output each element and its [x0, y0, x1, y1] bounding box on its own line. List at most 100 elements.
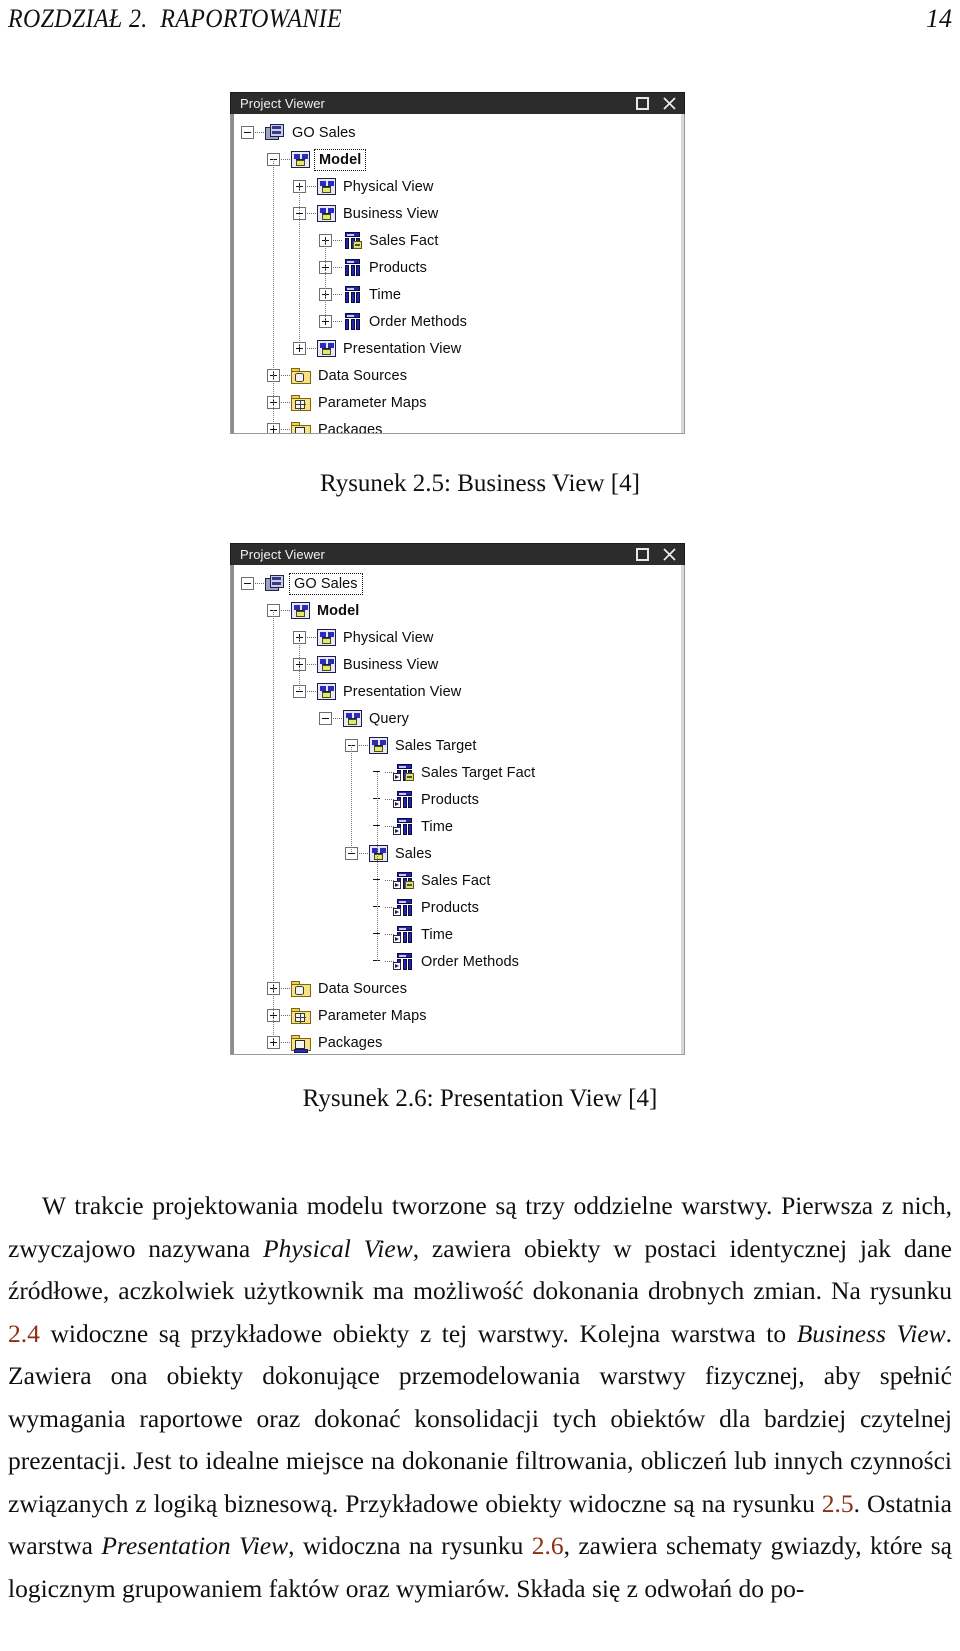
- view-icon: [317, 656, 336, 673]
- tree-row[interactable]: Packages: [231, 416, 684, 434]
- folder-package-icon: [291, 1034, 311, 1053]
- view-icon: [291, 602, 310, 619]
- figure-business-view: Project Viewer GO Sales Model Physical Vie…: [230, 92, 685, 434]
- term-business-view: Business View: [796, 1318, 946, 1348]
- tree-guide-line: [273, 610, 274, 1042]
- tree-row[interactable]: Packages: [231, 1029, 684, 1054]
- close-icon[interactable]: [663, 548, 676, 561]
- collapse-icon[interactable]: [241, 126, 254, 139]
- tree-row[interactable]: Sales: [231, 840, 684, 867]
- tree-row[interactable]: Data Sources: [231, 362, 684, 389]
- folder-package-icon: [291, 421, 311, 433]
- figure1-window-title: Project Viewer: [240, 96, 325, 111]
- view-icon: [317, 178, 336, 195]
- view-icon: [317, 205, 336, 222]
- view-icon: [317, 340, 336, 357]
- tree-row-label: Order Methods: [421, 953, 520, 970]
- table-shortcut-icon: [393, 818, 414, 835]
- table-icon: [343, 286, 362, 303]
- table-icon: [343, 313, 362, 330]
- tree-row[interactable]: Data Sources: [231, 975, 684, 1002]
- tree-row-label: Time: [421, 926, 454, 943]
- tree-connector: [307, 637, 316, 638]
- table-shortcut-fact-icon: [393, 872, 414, 889]
- tree-row-label: Business View: [343, 205, 439, 222]
- tree-row-label: Products: [421, 791, 480, 808]
- tree-row-label: Query: [369, 710, 409, 727]
- table-shortcut-icon: [393, 899, 414, 916]
- folder-db-icon: [291, 980, 311, 997]
- tree-row[interactable]: Query: [231, 705, 684, 732]
- tree-row[interactable]: Order Methods: [231, 948, 684, 975]
- tree-row-label: Sales: [395, 845, 432, 862]
- view-icon: [369, 845, 388, 862]
- tree-row-label: Order Methods: [369, 313, 468, 330]
- tree-connector: [255, 583, 264, 584]
- tree-row-label: Time: [369, 286, 402, 303]
- maximize-icon[interactable]: [636, 548, 649, 561]
- tree-row-label: Data Sources: [318, 980, 408, 997]
- tree-connector: [359, 853, 368, 854]
- tree-connector: [333, 240, 342, 241]
- tree-row[interactable]: Products: [231, 894, 684, 921]
- figure2-window-titlebar: Project Viewer: [230, 543, 685, 565]
- tree-row-label: Business View: [343, 656, 439, 673]
- running-head: ROZDZIAŁ 2. RAPORTOWANIE 14: [0, 4, 960, 38]
- view-icon: [291, 151, 310, 168]
- tree-row-label: Parameter Maps: [318, 1007, 427, 1024]
- page-number: 14: [926, 4, 952, 33]
- tree-row-label: Physical View: [343, 178, 434, 195]
- tree-row[interactable]: Time: [231, 921, 684, 948]
- close-icon[interactable]: [663, 97, 676, 110]
- table-icon: [343, 259, 362, 276]
- tree-connector: [333, 718, 342, 719]
- collapse-icon[interactable]: [319, 712, 332, 725]
- tree-row[interactable]: Sales Fact: [231, 867, 684, 894]
- tree-row[interactable]: GO Sales: [231, 119, 684, 146]
- tree-row-label: Presentation View: [343, 340, 462, 357]
- table-shortcut-icon: [393, 953, 414, 970]
- figure1-caption: Rysunek 2.5: Business View [4]: [320, 470, 640, 497]
- tree-connector: [281, 402, 290, 403]
- figure2-tree[interactable]: GO Sales Model Physical View Business View P…: [230, 565, 685, 1055]
- figure1-tree[interactable]: GO Sales Model Physical View Business View S…: [230, 114, 685, 434]
- tree-row-label: Packages: [318, 1034, 383, 1051]
- tree-row[interactable]: Sales Target: [231, 732, 684, 759]
- tree-connector: [333, 294, 342, 295]
- tree-row-label: Packages: [318, 421, 383, 434]
- tree-row-label: Sales Fact: [421, 872, 491, 889]
- term-presentation-view: Presentation View: [101, 1531, 289, 1560]
- tree-guide-line: [273, 159, 274, 429]
- tree-row[interactable]: Model: [231, 146, 684, 173]
- figure-reference-2-5[interactable]: 2.5: [822, 1489, 854, 1518]
- tree-connector: [359, 745, 368, 746]
- tree-connector: [281, 1042, 290, 1043]
- tree-connector: [333, 321, 342, 322]
- table-fact-icon: [343, 232, 362, 249]
- tree-row-label: Parameter Maps: [318, 394, 427, 411]
- tree-connector: [281, 429, 290, 430]
- tree-row[interactable]: Sales Target Fact: [231, 759, 684, 786]
- tree-row-label: Sales Target: [395, 737, 477, 754]
- maximize-icon[interactable]: [636, 97, 649, 110]
- tree-row[interactable]: Parameter Maps: [231, 389, 684, 416]
- view-icon: [343, 710, 362, 727]
- tree-guide-line: [325, 240, 326, 321]
- tree-guide-line: [299, 637, 300, 691]
- figure-reference-2-4[interactable]: 2.4: [8, 1319, 40, 1348]
- tree-row-label: Model: [317, 602, 360, 619]
- tree-connector: [333, 267, 342, 268]
- figure2-caption: Rysunek 2.6: Presentation View [4]: [302, 1085, 658, 1112]
- tree-row[interactable]: Parameter Maps: [231, 1002, 684, 1029]
- tree-row[interactable]: GO Sales: [231, 570, 684, 597]
- tree-connector: [307, 664, 316, 665]
- tree-row[interactable]: Products: [231, 786, 684, 813]
- tree-row[interactable]: Model: [231, 597, 684, 624]
- body-text-c: widoczne są przykładowe obiekty z tej wa…: [39, 1318, 797, 1348]
- body-text-d: . Zawiera ona obiekty dokonujące przemod…: [8, 1318, 952, 1518]
- tree-row-label: Sales Target Fact: [421, 764, 536, 781]
- tree-row[interactable]: Time: [231, 813, 684, 840]
- collapse-icon[interactable]: [241, 577, 254, 590]
- figure1-window-titlebar: Project Viewer: [230, 92, 685, 114]
- figure-reference-2-6[interactable]: 2.6: [532, 1531, 564, 1560]
